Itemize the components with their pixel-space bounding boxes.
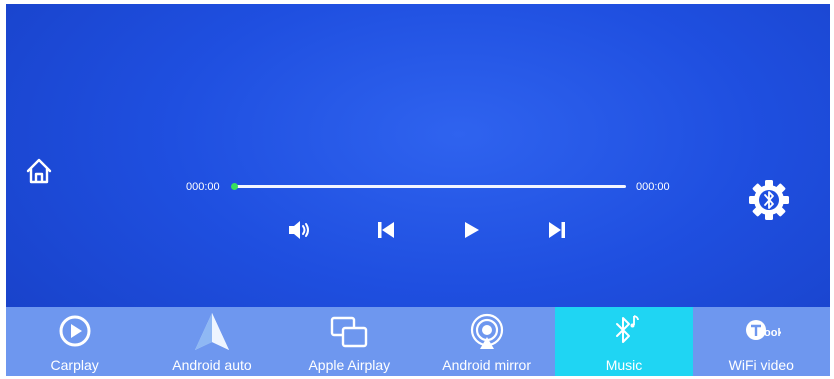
airplay-screens-icon [331, 316, 368, 348]
tab-label: Android mirror [442, 357, 531, 373]
tab-music[interactable]: Music [555, 307, 693, 376]
home-icon[interactable] [24, 156, 54, 186]
svg-text:ook: ook [764, 327, 781, 339]
tab-carplay[interactable]: Carplay [6, 307, 143, 376]
tab-wifi-video[interactable]: ook WiFi video [693, 307, 830, 376]
tab-android-mirror[interactable]: Android mirror [418, 307, 555, 376]
tab-label: WiFi video [728, 357, 794, 373]
tab-label: Apple Airplay [308, 357, 391, 373]
carplay-play-icon [59, 315, 91, 347]
volume-icon[interactable] [286, 217, 312, 243]
tab-apple-airplay[interactable]: Apple Airplay [281, 307, 418, 376]
tab-label: Android auto [172, 357, 252, 373]
tlook-icon: ook [746, 320, 781, 340]
progress-slider[interactable] [231, 183, 626, 190]
player-screen: 000:00 000:00 Carplay Android auto Apple… [6, 4, 830, 376]
mirror-cast-icon [470, 313, 503, 349]
tab-label: Carplay [50, 357, 99, 373]
tab-android-auto[interactable]: Android auto [143, 307, 280, 376]
play-icon[interactable] [458, 217, 484, 243]
bluetooth-music-icon [615, 315, 639, 343]
elapsed-time: 000:00 [186, 181, 220, 193]
next-track-icon[interactable] [544, 217, 570, 243]
total-time: 000:00 [636, 181, 670, 193]
progress-knob[interactable] [231, 183, 238, 190]
android-auto-icon [194, 313, 229, 350]
previous-track-icon[interactable] [373, 217, 399, 243]
source-tab-bar: Carplay Android auto Apple Airplay Andro… [6, 307, 830, 376]
bluetooth-settings-icon[interactable] [746, 177, 792, 223]
tab-label: Music [605, 357, 643, 373]
